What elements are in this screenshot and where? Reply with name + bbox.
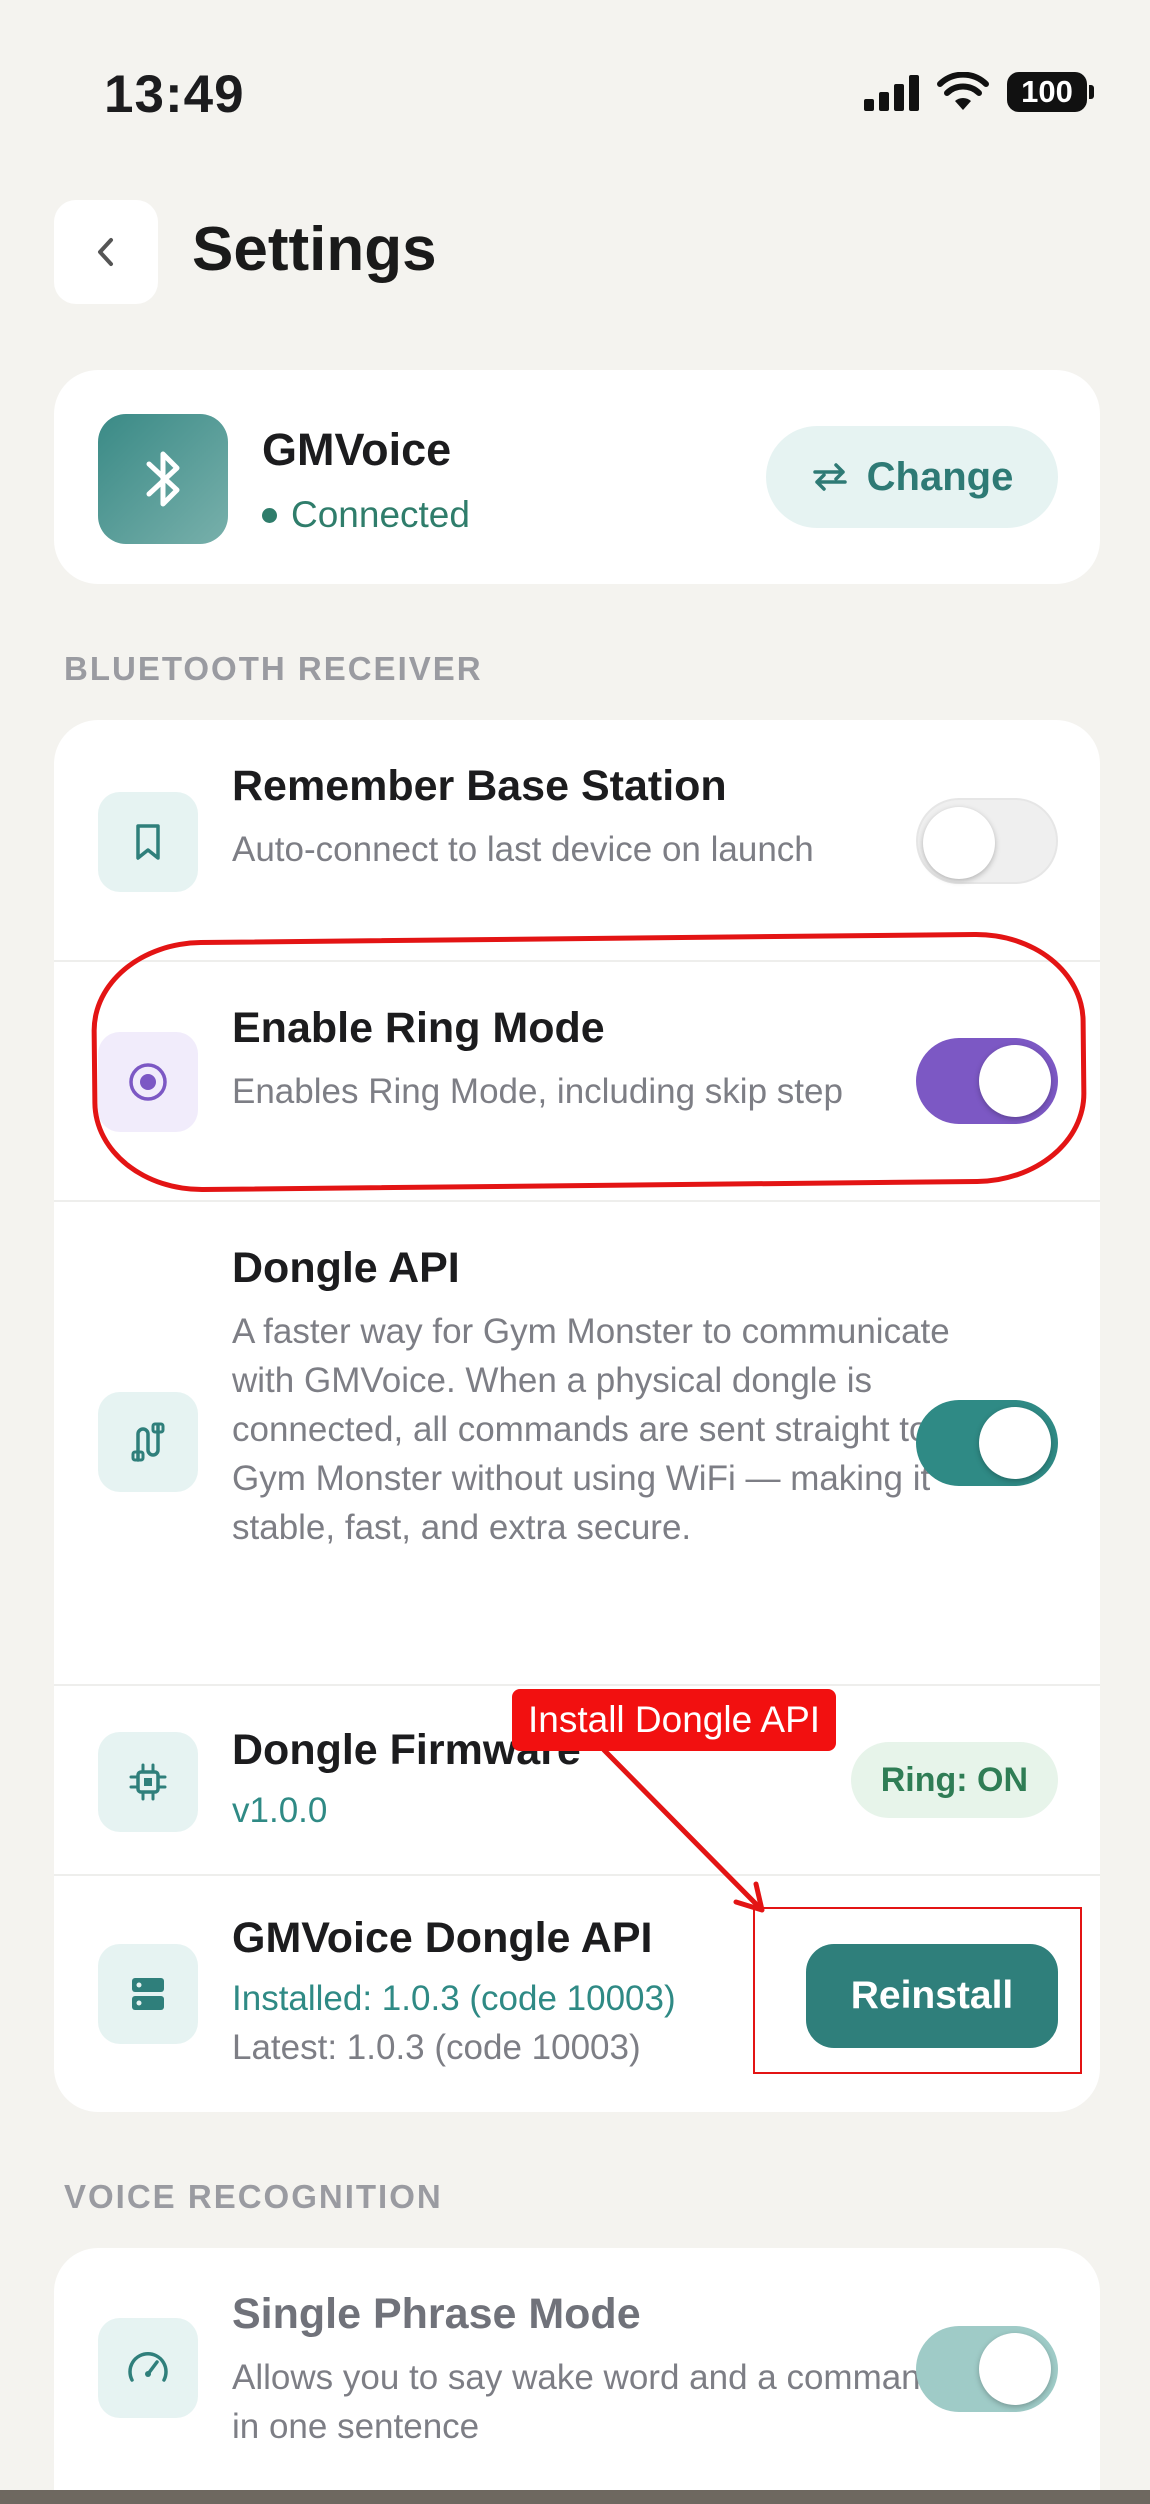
callout-label: Install Dongle API bbox=[512, 1689, 837, 1751]
row-description: Auto-connect to last device on launch bbox=[232, 830, 814, 869]
callout-arrow-icon bbox=[601, 1747, 765, 1913]
cellular-signal-icon bbox=[864, 73, 919, 111]
single-phrase-mode-toggle[interactable] bbox=[916, 2326, 1058, 2412]
ring-status-badge: Ring: ON bbox=[850, 1742, 1058, 1818]
setting-row-dongle-api: Dongle API A faster way for Gym Monster … bbox=[54, 1200, 1100, 1684]
row-title: Enable Ring Mode bbox=[232, 1004, 605, 1052]
status-time: 13:49 bbox=[104, 65, 245, 124]
battery-icon: 100 bbox=[1007, 72, 1094, 112]
row-title: GMVoice Dongle API bbox=[232, 1914, 653, 1962]
change-button-label: Change bbox=[866, 454, 1014, 499]
row-icon-tile bbox=[98, 1732, 198, 1832]
section-label-bluetooth: BLUETOOTH RECEIVER bbox=[64, 650, 483, 687]
device-status-label: Connected bbox=[291, 494, 470, 535]
device-name: GMVoice bbox=[262, 424, 452, 475]
bluetooth-settings-card: Remember Base Station Auto-connect to la… bbox=[54, 720, 1100, 2112]
page-title: Settings bbox=[192, 215, 437, 284]
connected-dot-icon bbox=[262, 507, 277, 523]
enable-ring-mode-toggle[interactable] bbox=[916, 1038, 1058, 1124]
row-icon-tile bbox=[98, 1944, 198, 2044]
reinstall-highlight-box bbox=[753, 1907, 1082, 2074]
row-description: Allows you to say wake word and a comman… bbox=[232, 2358, 941, 2446]
section-label-voice: VOICE RECOGNITION bbox=[64, 2178, 443, 2215]
wifi-icon bbox=[937, 72, 989, 110]
swap-arrows-icon bbox=[812, 463, 847, 491]
dongle-api-toggle[interactable] bbox=[916, 1400, 1058, 1486]
row-icon-tile bbox=[98, 792, 198, 892]
row-title: Dongle API bbox=[232, 1244, 460, 1292]
remember-base-station-toggle[interactable] bbox=[916, 798, 1058, 884]
status-icons: 100 bbox=[864, 72, 1094, 112]
row-icon-tile bbox=[98, 1392, 198, 1492]
cable-plug-icon bbox=[131, 1422, 165, 1462]
back-button[interactable] bbox=[54, 200, 158, 304]
row-description: A faster way for Gym Monster to communic… bbox=[232, 1312, 950, 1547]
voice-settings-card: Single Phrase Mode Allows you to say wak… bbox=[54, 2248, 1100, 2504]
setting-row-remember-base-station: Remember Base Station Auto-connect to la… bbox=[54, 720, 1100, 960]
device-avatar bbox=[98, 414, 228, 544]
bottom-edge bbox=[0, 2490, 1150, 2504]
radio-target-icon bbox=[129, 1063, 167, 1101]
row-title: Single Phrase Mode bbox=[232, 2290, 641, 2338]
row-title: Remember Base Station bbox=[232, 762, 727, 810]
row-icon-tile bbox=[98, 2318, 198, 2418]
chevron-left-icon bbox=[98, 238, 113, 266]
device-card: GMVoice Connected Change bbox=[54, 370, 1100, 584]
settings-screen: 13:49 100 Settings GMVoice Connected Cha… bbox=[0, 0, 1150, 2504]
speedometer-icon bbox=[128, 2352, 168, 2382]
battery-level: 100 bbox=[1007, 72, 1087, 112]
bookmark-icon bbox=[136, 824, 160, 860]
server-icon bbox=[132, 1978, 164, 2010]
setting-row-enable-ring-mode: Enable Ring Mode Enables Ring Mode, incl… bbox=[54, 960, 1100, 1200]
chip-icon bbox=[129, 1763, 167, 1801]
change-device-button[interactable]: Change bbox=[766, 426, 1058, 528]
setting-row-single-phrase-mode: Single Phrase Mode Allows you to say wak… bbox=[54, 2248, 1100, 2488]
bluetooth-icon bbox=[146, 451, 180, 507]
row-description: Enables Ring Mode, including skip step bbox=[232, 1072, 843, 1111]
device-status: Connected bbox=[262, 494, 470, 536]
row-icon-tile bbox=[98, 1032, 198, 1132]
